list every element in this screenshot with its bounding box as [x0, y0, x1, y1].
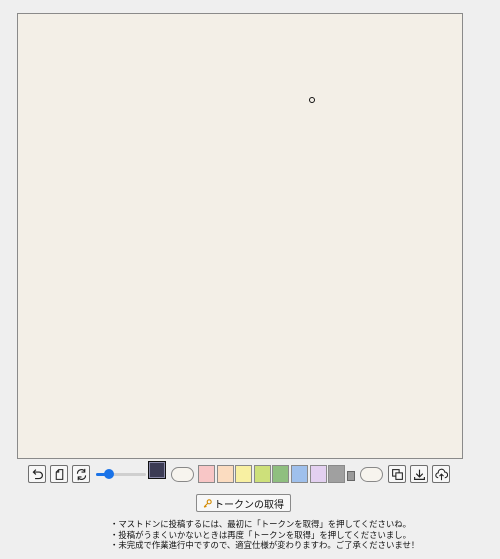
undo-icon [32, 468, 43, 479]
color-swatch[interactable] [309, 465, 327, 483]
color-swatch[interactable] [216, 465, 234, 483]
download-button[interactable] [410, 465, 428, 483]
note-line: ・投稿がうまくいかないときは再度「トークンを取得」を押してくださいまし。 [110, 529, 411, 540]
download-icon [413, 469, 425, 480]
brush-size-slider[interactable] [96, 469, 146, 479]
refresh-icon [76, 468, 86, 480]
note-line: ・マストドンに投稿するには、最初に「トークンを取得」を押してくださいね。 [110, 519, 411, 529]
color-swatch[interactable] [235, 465, 253, 483]
color-swatch[interactable] [198, 465, 215, 483]
brush-cursor [309, 97, 315, 103]
key-icon [203, 498, 212, 508]
clear-button[interactable] [50, 465, 68, 483]
eraser-oval-button[interactable] [171, 467, 194, 482]
upload-cloud-icon [434, 468, 448, 480]
clear-page-icon [55, 468, 63, 480]
color-swatch[interactable] [291, 465, 308, 483]
color-swatch[interactable] [272, 465, 290, 483]
copy-button[interactable] [388, 465, 406, 483]
get-token-button[interactable]: トークンの取得 [196, 494, 291, 512]
upload-button[interactable] [432, 465, 450, 483]
undo-button[interactable] [28, 465, 46, 483]
note-line: ・未完成で作業進行中ですので、適宜仕様が変わりますわ。ご了承くださいませ！ [110, 540, 420, 550]
color-swatch[interactable] [253, 465, 271, 483]
current-color-swatch[interactable] [148, 461, 166, 479]
trash-icon[interactable] [347, 471, 355, 481]
get-token-label: トークンの取得 [214, 499, 284, 511]
refresh-button[interactable] [72, 465, 90, 483]
copy-icon [391, 468, 403, 480]
background-oval-button[interactable] [360, 467, 383, 482]
instructions: ・マストドンに投稿するには、最初に「トークンを取得」を押してくださいね。 ・投稿… [110, 519, 419, 551]
color-swatch[interactable] [328, 465, 346, 483]
drawing-canvas[interactable] [17, 13, 463, 459]
slider-thumb[interactable] [103, 469, 114, 479]
toolbar [28, 461, 488, 485]
